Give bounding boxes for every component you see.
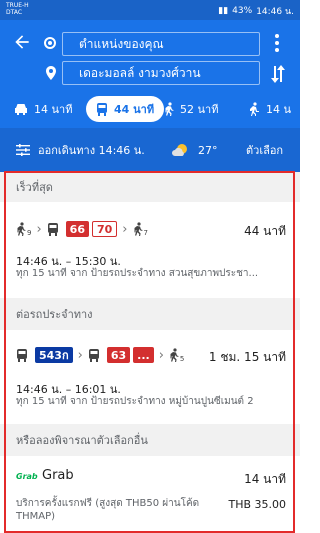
- chevron-right-icon: ›: [122, 221, 128, 237]
- grab-name: Grab: [42, 468, 74, 483]
- bus-line-badge: 66: [65, 221, 89, 237]
- mode-driving-label: 14 นาที: [34, 103, 73, 116]
- signal-icon: ▮▮: [218, 6, 229, 16]
- mode-driving[interactable]: 14 นาที: [14, 96, 72, 122]
- chevron-right-icon: ›: [36, 221, 42, 237]
- bus-line-badge-more: ...: [133, 347, 154, 363]
- grab-promo-line-1: บริการครั้งแรกฟรี (สูงสุด THB50 ผ่านโค้ด: [16, 498, 200, 509]
- walk-2-minutes: 7: [143, 229, 148, 237]
- section-header-fastest: เร็วที่สุด: [0, 172, 300, 202]
- mode-transit-label: 44 นาที: [114, 103, 155, 116]
- chevron-right-icon: ›: [77, 347, 83, 363]
- bus-icon: [97, 102, 107, 116]
- walk-1-minutes: 9: [27, 229, 32, 237]
- origin-dot-icon: [44, 37, 56, 49]
- destination-pin-icon: [46, 66, 56, 80]
- status-icons: ▮▮ 43% 14:46 น.: [218, 4, 294, 18]
- carrier-line-2: DTAC: [6, 9, 23, 16]
- temperature-label: 27°: [198, 143, 218, 157]
- options-label: ตัวเลือก: [246, 144, 284, 157]
- route-1-description: ทุก 15 นาที จาก ป้ายรถประจำทาง สวนสุขภาพ…: [16, 268, 259, 279]
- depart-time-label: ออกเดินทาง 14:46 น.: [38, 144, 145, 157]
- ride-hailing-icon: [250, 102, 259, 116]
- car-icon: [15, 104, 27, 115]
- mode-transit[interactable]: 44 นาที: [86, 96, 165, 122]
- section-title-fastest: เร็วที่สุด: [16, 181, 53, 194]
- route-1-steps: 9 › 66 70 › 7: [16, 218, 148, 240]
- mode-ride[interactable]: 14 น: [248, 96, 291, 122]
- status-bar: TRUE-H DTAC ▮▮ 43% 14:46 น.: [0, 0, 300, 20]
- section-title-other: หรือลองพิจารณาตัวเลือกอื่น: [16, 434, 148, 447]
- grab-option-card[interactable]: Grab Grab 14 นาที บริการครั้งแรกฟรี (สูง…: [0, 456, 300, 533]
- back-arrow-icon[interactable]: [12, 32, 32, 52]
- mode-walking[interactable]: 52 นาที: [164, 96, 218, 122]
- mode-walking-label: 52 นาที: [180, 103, 219, 116]
- bus-line-badge: 63: [106, 347, 131, 363]
- grab-price: THB 35.00: [228, 498, 286, 511]
- sliders-icon: [16, 144, 30, 156]
- bus-icon: [88, 348, 99, 362]
- bus-icon: [47, 222, 58, 236]
- route-2-duration: 1 ชม. 15 นาที: [208, 350, 286, 364]
- route-card-1[interactable]: 9 › 66 70 › 7 44 นาที 14:46 น. – 15:30 น…: [0, 202, 300, 298]
- bus-line-badge: 543ก: [35, 347, 73, 363]
- weather: 27°: [172, 128, 218, 172]
- travel-mode-tabs: 14 นาที 44 นาที 52 นาที 14 น: [0, 96, 300, 122]
- more-options-icon[interactable]: [272, 32, 282, 54]
- walking-icon: [17, 222, 26, 236]
- carrier-label: TRUE-H DTAC: [6, 2, 29, 16]
- walking-icon: [170, 348, 179, 362]
- carrier-line-1: TRUE-H: [6, 2, 29, 9]
- bus-line-badge: 70: [91, 221, 118, 237]
- depart-time-selector[interactable]: ออกเดินทาง 14:46 น.: [16, 128, 145, 172]
- route-2-steps: 543ก › 63 ... › 5: [16, 344, 184, 366]
- mode-ride-label: 14 น: [266, 103, 292, 116]
- destination-field[interactable]: เดอะมอลล์ งามวงศ์วาน: [62, 61, 260, 85]
- grab-duration: 14 นาที: [244, 472, 286, 486]
- route-card-2[interactable]: 543ก › 63 ... › 5 1 ชม. 15 นาที 14:46 น.…: [0, 330, 300, 424]
- walking-icon: [134, 222, 142, 236]
- route-2-description: ทุก 15 นาที จาก ป้ายรถประจำทาง หมู่บ้านป…: [16, 396, 254, 407]
- directions-header: ตำแหน่งของคุณ เดอะมอลล์ งามวงศ์วาน 14 นา…: [0, 20, 300, 128]
- options-button[interactable]: ตัวเลือก: [246, 128, 283, 172]
- departure-bar: ออกเดินทาง 14:46 น. 27° ตัวเลือก: [0, 128, 300, 172]
- swap-directions-icon[interactable]: [270, 64, 286, 84]
- grab-logo: Grab: [16, 472, 38, 481]
- section-header-bus: ต่อรถประจำทาง: [0, 298, 300, 330]
- battery-level: 43%: [232, 6, 253, 16]
- chevron-right-icon: ›: [158, 347, 164, 363]
- section-header-other: หรือลองพิจารณาตัวเลือกอื่น: [0, 424, 300, 456]
- walk-minutes: 5: [179, 355, 185, 363]
- clock: 14:46 น.: [256, 7, 294, 17]
- walking-icon: [165, 102, 174, 116]
- partly-cloudy-icon: [172, 144, 187, 156]
- route-1-duration: 44 นาที: [244, 224, 286, 238]
- grab-promo-line-2: THMAP): [16, 511, 56, 522]
- origin-field[interactable]: ตำแหน่งของคุณ: [62, 32, 260, 56]
- section-title-bus: ต่อรถประจำทาง: [16, 308, 93, 321]
- bus-icon: [17, 348, 27, 362]
